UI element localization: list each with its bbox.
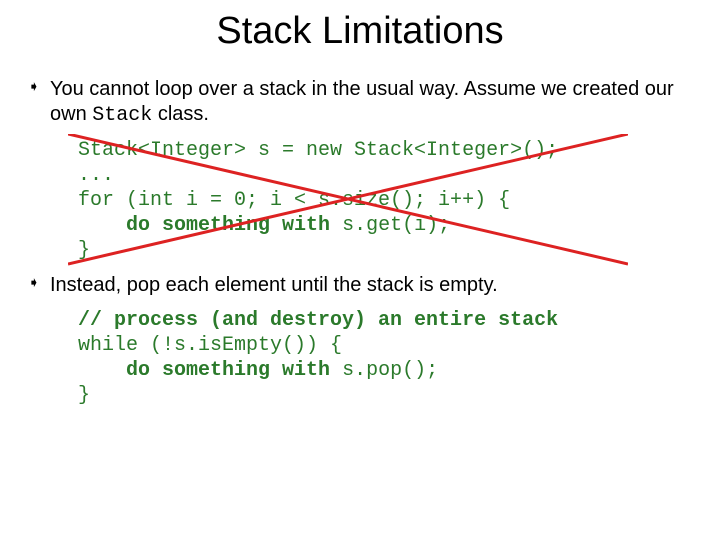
code2-line2: while (!s.isEmpty()) {	[78, 334, 342, 357]
code2-line3-bold: do something with	[126, 359, 330, 382]
bullet2-text: Instead, pop each element until the stac…	[50, 274, 498, 296]
bullet1-text-post: class.	[152, 103, 209, 125]
slide: Stack Limitations ➧ You cannot loop over…	[0, 10, 720, 408]
code1-line2: ...	[78, 164, 114, 187]
slide-title: Stack Limitations	[28, 10, 692, 53]
code-block-1-wrap: Stack<Integer> s = new Stack<Integer>();…	[28, 138, 692, 263]
code-block-2: // process (and destroy) an entire stack…	[78, 308, 692, 408]
code1-line4-indent	[78, 214, 126, 237]
bullet-marker-icon: ➧	[28, 79, 40, 93]
code2-line3-indent	[78, 359, 126, 382]
code-block-1: Stack<Integer> s = new Stack<Integer>();…	[78, 138, 692, 263]
code1-line5: }	[78, 239, 90, 262]
bullet-item-1: ➧ You cannot loop over a stack in the us…	[28, 77, 692, 128]
code2-line3-rest: s.pop();	[330, 359, 438, 382]
code2-line4: }	[78, 384, 90, 407]
code1-line4-rest: s.get(i);	[330, 214, 450, 237]
code1-line1: Stack<Integer> s = new Stack<Integer>();	[78, 139, 558, 162]
bullet-item-2: ➧ Instead, pop each element until the st…	[28, 273, 692, 298]
code1-line4-bold: do something with	[126, 214, 330, 237]
bullet-marker-icon: ➧	[28, 275, 40, 289]
code1-line3: for (int i = 0; i < s.size(); i++) {	[78, 189, 510, 212]
code2-line1: // process (and destroy) an entire stack	[78, 309, 558, 332]
bullet1-text-mono: Stack	[92, 104, 152, 127]
